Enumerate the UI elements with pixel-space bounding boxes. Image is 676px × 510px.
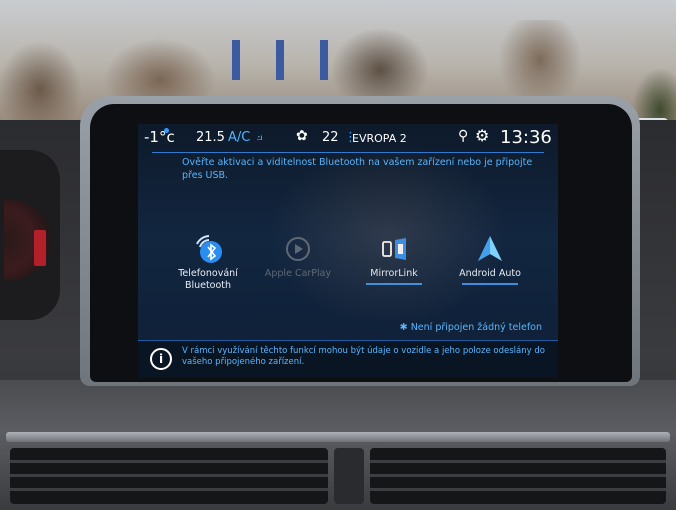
- fan-level[interactable]: 22: [322, 130, 339, 145]
- notification-dot: [164, 128, 169, 133]
- bluetooth-status-text: Není připojen žádný telefon: [410, 322, 542, 333]
- info-icon[interactable]: i: [150, 348, 172, 370]
- exterior-temperature: -1°c: [144, 128, 175, 146]
- flag: [276, 40, 284, 80]
- android-auto-icon: [450, 232, 530, 266]
- bluetooth-small-icon: ✱: [399, 322, 408, 333]
- fan-icon[interactable]: ✿: [296, 128, 308, 144]
- radio-station[interactable]: EVROPA 2: [352, 132, 407, 145]
- tile-bluetooth-telephony[interactable]: Telefonování Bluetooth: [168, 232, 248, 292]
- tile-label: MirrorLink: [370, 268, 418, 279]
- tile-underline: [462, 283, 518, 285]
- air-vent-right[interactable]: [370, 448, 666, 504]
- infotainment-screen: -1°c 21.5 A/C ⟓ ✿ 22 ⋮ EVROPA 2 ⚲ ⚙ 13:3…: [138, 124, 558, 378]
- gauge-red-zone: [34, 230, 46, 266]
- tile-label: Telefonování Bluetooth: [178, 268, 238, 291]
- info-text: V rámci využívání těchto funkcí mohou bý…: [182, 346, 545, 367]
- photo-scene: -1°c 21.5 A/C ⟓ ✿ 22 ⋮ EVROPA 2 ⚲ ⚙ 13:3…: [0, 0, 676, 510]
- bluetooth-icon: [168, 232, 248, 266]
- tile-android-auto[interactable]: Android Auto: [450, 232, 530, 285]
- gear-icon[interactable]: ⚙: [475, 126, 489, 145]
- flag: [320, 40, 328, 80]
- header-divider: [152, 152, 544, 153]
- chrome-trim: [6, 432, 670, 442]
- mirrorlink-icon: [354, 232, 434, 266]
- status-bar: -1°c 21.5 A/C ⟓ ✿ 22 ⋮ EVROPA 2 ⚲ ⚙ 13:3…: [138, 124, 558, 152]
- cabin-temperature[interactable]: 21.5: [196, 130, 225, 145]
- play-circle-icon: [258, 232, 338, 266]
- connection-prompt: Ověřte aktivaci a viditelnost Bluetooth …: [182, 157, 533, 181]
- seat-icon[interactable]: ⟓: [256, 128, 263, 144]
- pin-icon[interactable]: ⚲: [458, 128, 468, 144]
- tile-label: Android Auto: [459, 268, 521, 279]
- clock: 13:36: [500, 127, 552, 148]
- tile-mirrorlink[interactable]: MirrorLink: [354, 232, 434, 285]
- ac-indicator[interactable]: A/C: [228, 130, 250, 145]
- info-footer: i V rámci využívání těchto funkcí mohou …: [138, 340, 558, 378]
- tile-underline: [366, 283, 422, 285]
- vent-divider: [334, 448, 364, 504]
- bluetooth-status[interactable]: ✱ Není připojen žádný telefon: [400, 322, 542, 333]
- air-vent-left[interactable]: [10, 448, 328, 504]
- tile-label: Apple CarPlay: [264, 268, 332, 279]
- flag: [232, 40, 240, 80]
- tile-apple-carplay[interactable]: Apple CarPlay: [258, 232, 338, 280]
